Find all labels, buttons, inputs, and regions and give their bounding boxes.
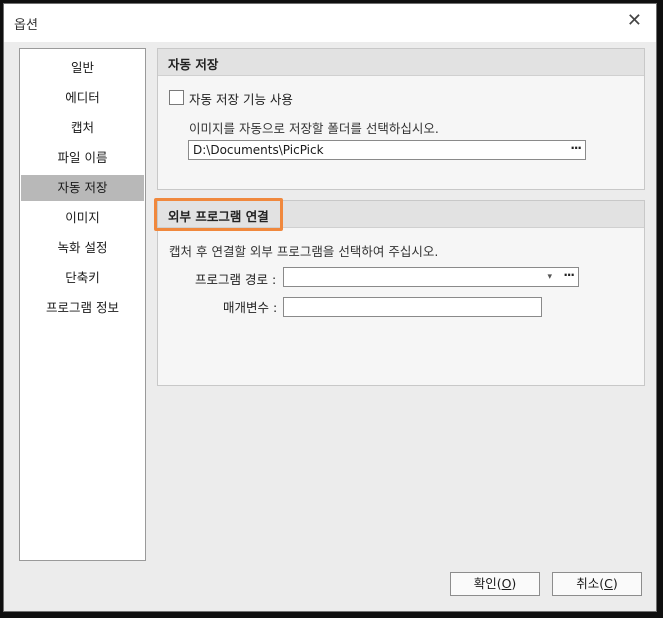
sidebar-item-shortcuts[interactable]: 단축키 bbox=[21, 265, 144, 291]
autosave-header-title: 자동 저장 bbox=[168, 57, 219, 72]
autosave-folder-field[interactable]: D:\Documents\PicPick ··· bbox=[188, 140, 586, 160]
sidebar-item-editor[interactable]: 에디터 bbox=[21, 85, 144, 111]
autosave-description: 이미지를 자동으로 저장할 폴더를 선택하십시오. bbox=[189, 121, 439, 136]
params-field[interactable] bbox=[283, 297, 542, 317]
program-path-label: 프로그램 경로 : bbox=[195, 272, 277, 287]
autosave-browse-button[interactable]: ··· bbox=[570, 141, 582, 155]
cancel-button-text: 취소( bbox=[576, 576, 605, 591]
chevron-down-icon[interactable]: ▾ bbox=[547, 272, 552, 282]
cancel-button-close: ) bbox=[612, 576, 618, 591]
ok-hotkey: O bbox=[501, 576, 512, 591]
sidebar-item-general[interactable]: 일반 bbox=[21, 55, 144, 81]
dialog-title: 옵션 bbox=[14, 18, 38, 33]
sidebar-item-filename[interactable]: 파일 이름 bbox=[21, 145, 144, 171]
params-label: 매개변수 : bbox=[223, 300, 278, 315]
sidebar-item-image[interactable]: 이미지 bbox=[21, 205, 144, 231]
autosave-panel-header: 자동 저장 bbox=[158, 49, 644, 76]
sidebar-item-autosave[interactable]: 자동 저장 bbox=[21, 175, 144, 201]
ok-button[interactable]: 확인(O) bbox=[450, 572, 540, 596]
options-dialog: 옵션 ✕ 일반 에디터 캡처 파일 이름 자동 저장 이미지 녹화 설정 단축키… bbox=[3, 3, 657, 612]
autosave-panel: 자동 저장 자동 저장 기능 사용 이미지를 자동으로 저장할 폴더를 선택하십… bbox=[157, 48, 645, 190]
autosave-checkbox-label[interactable]: 자동 저장 기능 사용 bbox=[189, 89, 293, 108]
ok-button-text: 확인( bbox=[473, 576, 502, 591]
program-path-browse-button[interactable]: ··· bbox=[563, 268, 575, 282]
sidebar-item-about[interactable]: 프로그램 정보 bbox=[21, 295, 144, 321]
cancel-hotkey: C bbox=[604, 576, 613, 591]
ok-button-close: ) bbox=[511, 576, 517, 591]
external-description: 캡처 후 연결할 외부 프로그램을 선택하여 주십시오. bbox=[169, 244, 439, 259]
sidebar-item-recording[interactable]: 녹화 설정 bbox=[21, 235, 144, 261]
autosave-checkbox[interactable] bbox=[169, 90, 184, 105]
title-bar: 옵션 ✕ bbox=[4, 4, 656, 42]
autosave-folder-path: D:\Documents\PicPick bbox=[193, 143, 324, 157]
cancel-button[interactable]: 취소(C) bbox=[552, 572, 642, 596]
options-sidebar: 일반 에디터 캡처 파일 이름 자동 저장 이미지 녹화 설정 단축키 프로그램… bbox=[19, 48, 146, 561]
program-path-combobox[interactable]: ▾ ··· bbox=[283, 267, 579, 287]
highlight-box bbox=[154, 198, 283, 231]
sidebar-item-capture[interactable]: 캡처 bbox=[21, 115, 144, 141]
close-icon[interactable]: ✕ bbox=[627, 12, 642, 30]
